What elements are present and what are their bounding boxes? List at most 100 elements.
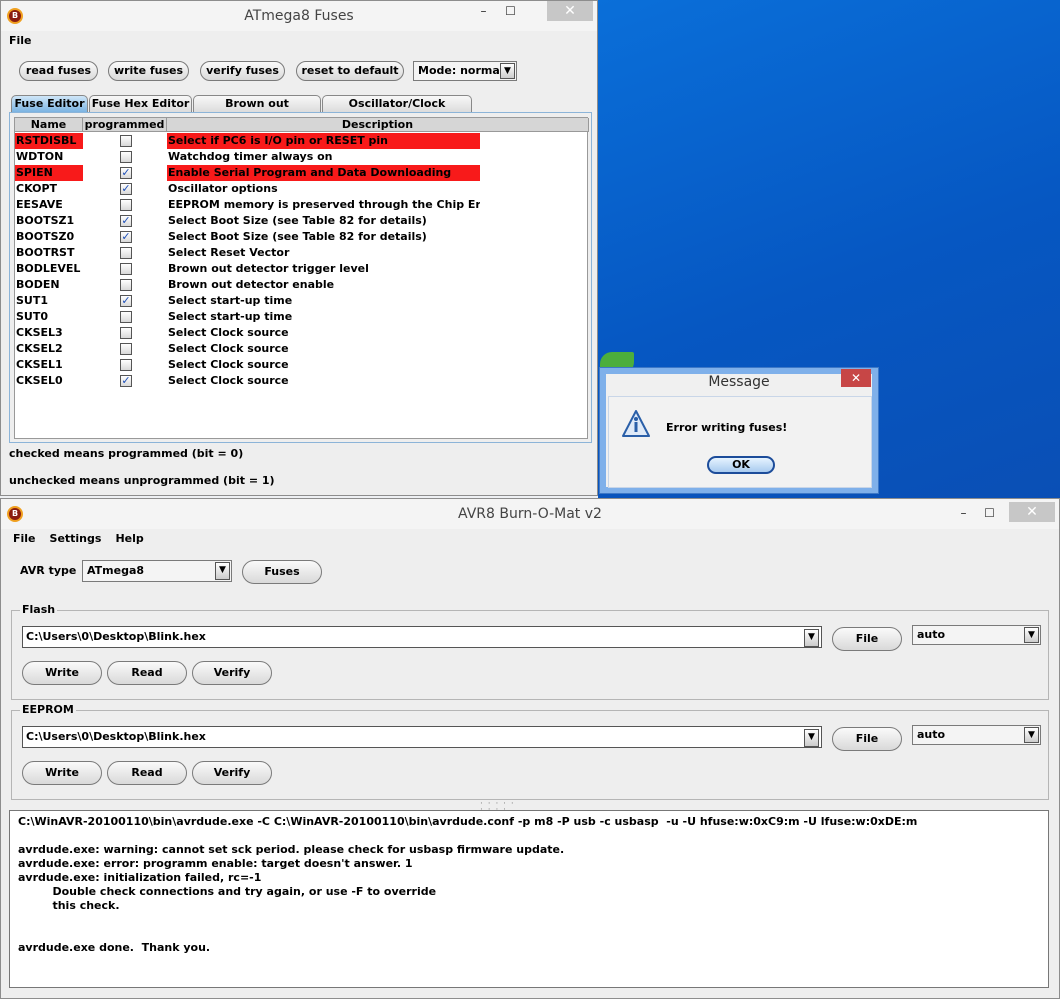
flash-verify-button[interactable]: Verify: [192, 661, 272, 685]
eeprom-write-button[interactable]: Write: [22, 761, 102, 785]
close-icon[interactable]: ✕: [841, 369, 871, 387]
burnomat-window-title: AVR8 Burn-O-Mat v2: [458, 506, 602, 522]
table-row[interactable]: BODEN Brown out detector enable: [15, 277, 480, 293]
fuse-name: CKSEL0: [16, 374, 63, 387]
table-row[interactable]: SUT1 ✓ Select start-up time: [15, 293, 480, 309]
flash-path-input[interactable]: C:\Users\0\Desktop\Blink.hex ▼: [22, 626, 822, 648]
programmed-checkbox[interactable]: [120, 311, 132, 323]
table-row[interactable]: BOOTSZ1 ✓ Select Boot Size (see Table 82 f…: [15, 213, 480, 229]
menu-file[interactable]: File: [13, 532, 36, 550]
verify-fuses-button[interactable]: verify fuses: [200, 61, 285, 81]
menu-help[interactable]: Help: [115, 532, 143, 550]
fuses-button[interactable]: Fuses: [242, 560, 322, 584]
programmed-checkbox[interactable]: [120, 199, 132, 211]
chevron-down-icon[interactable]: ▼: [1024, 727, 1039, 743]
maximize-icon[interactable]: ☐: [976, 503, 1003, 523]
menu-settings[interactable]: Settings: [50, 532, 102, 550]
tab-brown-out-detection[interactable]: Brown out detection: [193, 95, 321, 126]
chevron-down-icon[interactable]: ▼: [804, 729, 819, 747]
fuse-programmed-cell: [83, 357, 167, 373]
maximize-icon[interactable]: ☐: [497, 1, 524, 21]
programmed-checkbox[interactable]: [120, 327, 132, 339]
fuses-titlebar[interactable]: B ATmega8 Fuses – ☐ ✕: [1, 1, 597, 31]
table-row[interactable]: CKSEL0 ✓ Select Clock source: [15, 373, 480, 389]
table-row[interactable]: CKSEL1 Select Clock source: [15, 357, 480, 373]
table-row[interactable]: SPIEN ✓ Enable Serial Program and Data Dow…: [15, 165, 480, 181]
minimize-icon[interactable]: –: [470, 1, 497, 21]
fuse-description: Brown out detector trigger level: [168, 262, 369, 275]
fuse-programmed-cell: [83, 341, 167, 357]
burnomat-titlebar[interactable]: B AVR8 Burn-O-Mat v2 – ☐ ✕: [1, 499, 1059, 529]
flash-file-button[interactable]: File: [832, 627, 902, 651]
eeprom-path-input[interactable]: C:\Users\0\Desktop\Blink.hex ▼: [22, 726, 822, 748]
message-title: Message: [708, 374, 770, 390]
programmed-checkbox[interactable]: ✓: [120, 231, 132, 243]
programmed-checkbox[interactable]: ✓: [120, 215, 132, 227]
table-row[interactable]: BOOTSZ0 ✓ Select Boot Size (see Table 82 f…: [15, 229, 480, 245]
table-row[interactable]: WDTON Watchdog timer always on: [15, 149, 480, 165]
chevron-down-icon[interactable]: ▼: [804, 629, 819, 647]
programmed-checkbox[interactable]: [120, 135, 132, 147]
table-row[interactable]: EESAVE EEPROM memory is preserved through…: [15, 197, 480, 213]
col-header-name[interactable]: Name: [15, 118, 83, 132]
close-icon[interactable]: ✕: [1009, 502, 1055, 522]
chevron-down-icon[interactable]: ▼: [215, 562, 230, 580]
flash-path-history[interactable]: ▼: [804, 628, 820, 647]
programmed-checkbox[interactable]: ✓: [120, 375, 132, 387]
table-row[interactable]: BOOTRST Select Reset Vector: [15, 245, 480, 261]
log-line: ​: [18, 829, 1040, 843]
fuses-window: B ATmega8 Fuses – ☐ ✕ File read fuses wr…: [0, 0, 598, 496]
flash-format-select[interactable]: auto ▼: [912, 625, 1041, 645]
eeprom-read-button[interactable]: Read: [107, 761, 187, 785]
splitter-handle[interactable]: · · · · · · · · ·: [480, 800, 520, 815]
eeprom-verify-button[interactable]: Verify: [192, 761, 272, 785]
reset-default-button[interactable]: reset to default: [296, 61, 404, 81]
menu-file[interactable]: File: [9, 34, 32, 52]
table-row[interactable]: RSTDISBL Select if PC6 is I/O pin or RESE…: [15, 133, 480, 149]
table-row[interactable]: SUT0 Select start-up time: [15, 309, 480, 325]
table-row[interactable]: BODLEVEL Brown out detector trigger level: [15, 261, 480, 277]
programmed-checkbox[interactable]: [120, 279, 132, 291]
eeprom-file-button[interactable]: File: [832, 727, 902, 751]
info-icon: [622, 410, 650, 437]
table-row[interactable]: CKSEL2 Select Clock source: [15, 341, 480, 357]
flash-read-button[interactable]: Read: [107, 661, 187, 685]
eeprom-format-select[interactable]: auto ▼: [912, 725, 1041, 745]
programmed-checkbox[interactable]: [120, 151, 132, 163]
avr-type-select[interactable]: ATmega8 ▼: [82, 560, 232, 582]
minimize-icon[interactable]: –: [950, 503, 977, 523]
table-row[interactable]: CKSEL3 Select Clock source: [15, 325, 480, 341]
log-line: avrdude.exe: warning: cannot set sck per…: [18, 843, 565, 856]
programmed-checkbox[interactable]: [120, 359, 132, 371]
fuse-name: SUT1: [16, 294, 49, 307]
programmed-checkbox[interactable]: [120, 263, 132, 275]
fuse-editor-panel: Name programmed Description RSTDISBL Sele…: [9, 112, 592, 443]
flash-write-button[interactable]: Write: [22, 661, 102, 685]
log-line: this check.: [18, 899, 120, 912]
col-header-programmed[interactable]: programmed: [83, 118, 167, 132]
programmed-checkbox[interactable]: [120, 343, 132, 355]
chevron-down-icon[interactable]: ▼: [1024, 627, 1039, 643]
programmed-checkbox[interactable]: ✓: [120, 295, 132, 307]
fuse-name: CKSEL3: [16, 326, 63, 339]
fuse-programmed-cell: [83, 245, 167, 261]
output-log[interactable]: C:\WinAVR-20100110\bin\avrdude.exe -C C:…: [9, 810, 1049, 988]
mode-select[interactable]: Mode: normal ▼: [413, 61, 517, 81]
close-icon[interactable]: ✕: [547, 1, 593, 21]
ok-button[interactable]: OK: [707, 456, 775, 474]
chevron-down-icon[interactable]: ▼: [500, 63, 515, 79]
read-fuses-button[interactable]: read fuses: [19, 61, 98, 81]
table-row[interactable]: CKOPT ✓ Oscillator options: [15, 181, 480, 197]
programmed-checkbox[interactable]: [120, 247, 132, 259]
col-header-description[interactable]: Description: [167, 118, 589, 132]
programmed-checkbox[interactable]: ✓: [120, 167, 132, 179]
fuse-description: EEPROM memory is preserved through the C…: [168, 198, 480, 211]
programmed-checkbox[interactable]: ✓: [120, 183, 132, 195]
log-line: avrdude.exe: initialization failed, rc=-…: [18, 871, 262, 884]
tab-fuse-editor[interactable]: Fuse Editor: [11, 95, 88, 112]
tab-oscillator-clock-options[interactable]: Oscillator/Clock Options: [322, 95, 472, 126]
eeprom-path-history[interactable]: ▼: [804, 728, 820, 747]
tab-fuse-hex-editor[interactable]: Fuse Hex Editor: [89, 95, 192, 112]
write-fuses-button[interactable]: write fuses: [108, 61, 189, 81]
eeprom-group: EEPROM C:\Users\0\Desktop\Blink.hex ▼ Fi…: [11, 703, 1049, 800]
